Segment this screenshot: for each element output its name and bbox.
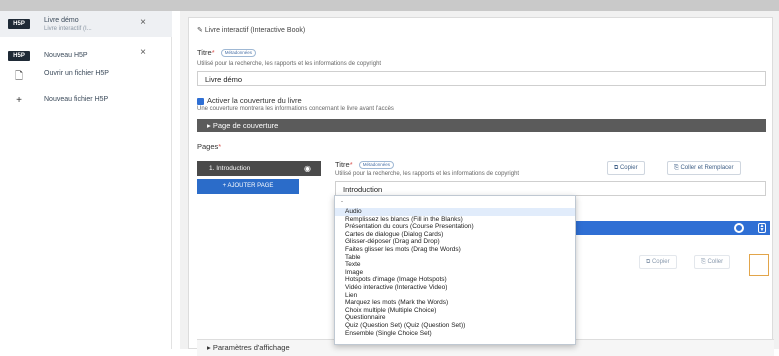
dropdown-option[interactable]: Quiz (Question Set) (Quiz (Question Set)… <box>335 322 575 330</box>
cover-description: Une couverture montrera les informations… <box>197 106 394 112</box>
dropdown-option[interactable]: Table <box>335 254 575 262</box>
sidebar-item-nouveau-h5p[interactable]: H5P Nouveau H5P × <box>0 45 172 61</box>
close-icon[interactable]: × <box>140 17 146 28</box>
up-down-icon[interactable]: ▲ ▼ <box>758 223 766 233</box>
sidebar-item-new-file[interactable]: + Nouveau fichier H5P <box>0 95 172 109</box>
page-title-input[interactable]: Introduction <box>335 181 766 196</box>
window-top-band <box>0 0 779 11</box>
dropdown-header: - <box>341 199 343 205</box>
title-label: Titre* Métadonnées <box>197 48 257 58</box>
file-icon: 🗋 <box>14 71 24 82</box>
paste-button-secondary[interactable]: ⎘ Coller <box>694 255 731 269</box>
metadata-button[interactable]: Métadonnées <box>220 49 257 58</box>
copy-button[interactable]: ⧉ Copier <box>607 161 645 175</box>
plus-icon: + <box>16 95 22 106</box>
pages-label: Pages* <box>197 142 222 151</box>
content-type-title: ✎ Livre interactif (Interactive Book) <box>197 27 306 34</box>
dropdown-option[interactable]: Ensemble (Single Choice Set) <box>335 330 575 338</box>
sidebar-item-open-file[interactable]: 🗋 Ouvrir un fichier H5P <box>0 69 172 89</box>
dropdown-option[interactable]: Audio <box>335 208 575 216</box>
page-title-label: Titre* Métadonnées <box>335 160 395 170</box>
cover-checkbox-label: Activer la couverture du livre <box>207 96 302 105</box>
page-item-introduction[interactable]: 1. Introduction ◉ <box>197 161 321 176</box>
editor-icon: ✎ <box>197 27 205 34</box>
paste-replace-button[interactable]: ⎘ Coller et Remplacer <box>667 161 741 175</box>
cover-section-header[interactable]: ▸ Page de couverture <box>197 119 766 132</box>
dropdown-option[interactable]: Texte <box>335 261 575 269</box>
title-description: Utilisé pour la recherche, les rapports … <box>197 61 382 67</box>
sidebar-item-title: Ouvrir un fichier H5P <box>44 70 109 77</box>
dropdown-option[interactable]: Cartes de dialogue (Dialog Cards) <box>335 231 575 239</box>
sidebar: H5P Livre démo Livre interactif (I... × … <box>0 11 172 349</box>
content-field-box[interactable] <box>749 254 769 276</box>
dropdown-option[interactable]: Questionnaire <box>335 314 575 322</box>
content-type-dropdown[interactable]: - Audio Remplissez les blancs (Fill in t… <box>334 195 576 345</box>
dropdown-option[interactable]: Image <box>335 269 575 277</box>
sidebar-item-title: Livre démo <box>44 17 79 24</box>
sidebar-item-livre-demo[interactable]: H5P Livre démo Livre interactif (I... × <box>0 11 172 37</box>
dropdown-option[interactable]: Lien <box>335 292 575 300</box>
main-area: ✎ Livre interactif (Interactive Book) Ti… <box>180 11 779 356</box>
dropdown-option[interactable]: Marquez les mots (Mark the Words) <box>335 299 575 307</box>
cover-checkbox[interactable] <box>197 98 204 105</box>
dropdown-option[interactable]: Faites glisser les mots (Drag the Words) <box>335 246 575 254</box>
metadata-button[interactable]: Métadonnées <box>358 161 395 170</box>
close-icon[interactable]: × <box>140 47 146 58</box>
title-input[interactable]: Livre démo <box>197 71 766 86</box>
toggle-icon[interactable] <box>734 223 744 233</box>
sidebar-item-subtitle: Livre interactif (I... <box>44 26 92 32</box>
dropdown-option[interactable]: Vidéo interactive (Interactive Video) <box>335 284 575 292</box>
page-title-description: Utilisé pour la recherche, les rapports … <box>335 171 520 177</box>
copy-button-secondary[interactable]: ⧉ Copier <box>639 255 677 269</box>
eye-icon[interactable]: ◉ <box>304 161 311 176</box>
dropdown-option[interactable]: Remplissez les blancs (Fill in the Blank… <box>335 216 575 224</box>
sidebar-item-title: Nouveau H5P <box>44 52 88 59</box>
dropdown-option[interactable]: Hotspots d'image (Image Hotspots) <box>335 276 575 284</box>
dropdown-option[interactable]: Choix multiple (Multiple Choice) <box>335 307 575 315</box>
dropdown-option[interactable]: Présentation du cours (Course Presentati… <box>335 223 575 231</box>
dropdown-option[interactable]: Glisser-déposer (Drag and Drop) <box>335 238 575 246</box>
h5p-badge: H5P <box>8 51 30 61</box>
h5p-badge: H5P <box>8 19 30 29</box>
add-page-button[interactable]: + AJOUTER PAGE <box>197 179 299 194</box>
sidebar-item-title: Nouveau fichier H5P <box>44 96 109 103</box>
